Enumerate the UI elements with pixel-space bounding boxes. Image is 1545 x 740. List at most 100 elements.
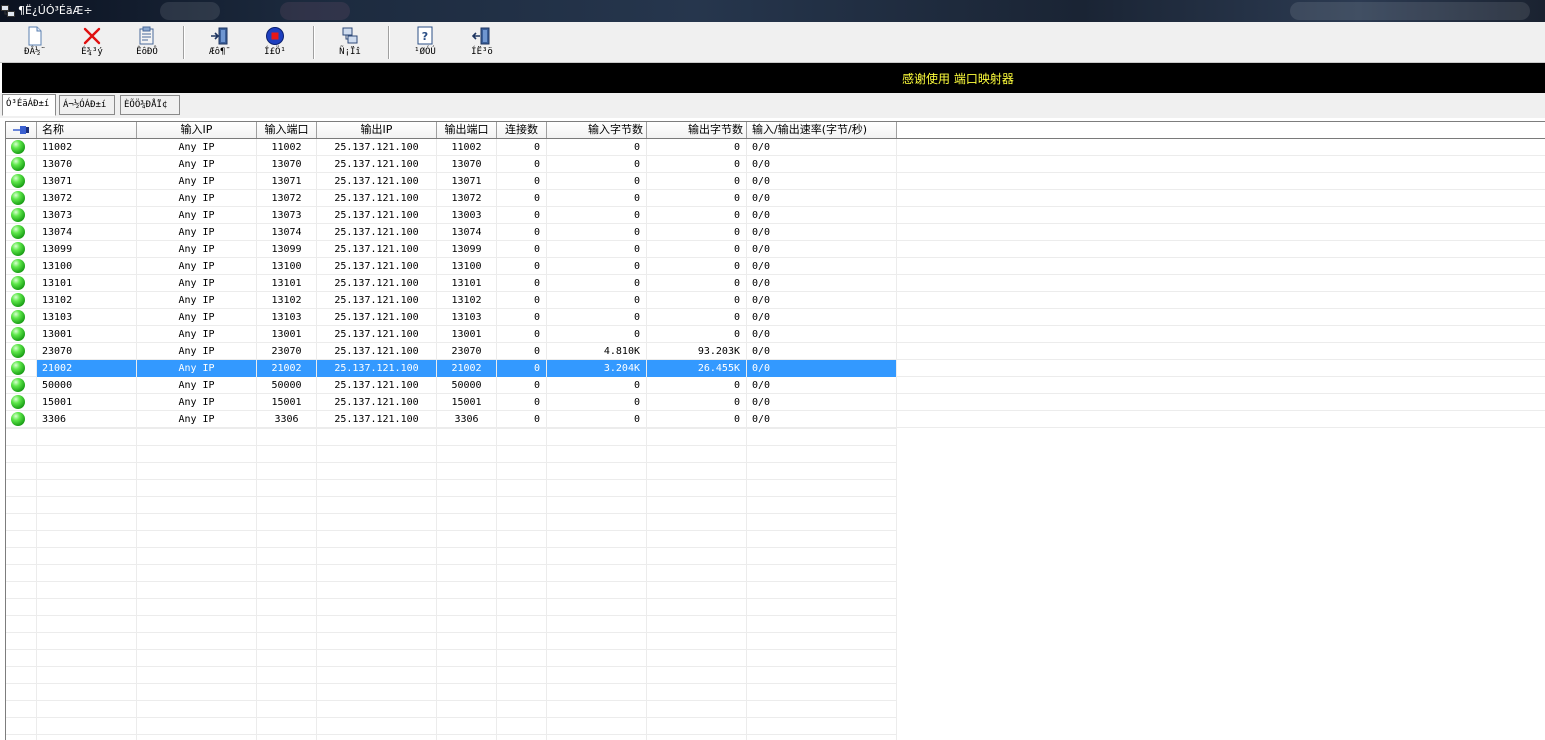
cell-input-port: 13103 (257, 309, 317, 326)
cell-output-bytes: 93.203K (647, 343, 747, 360)
green-status-icon (11, 157, 25, 171)
cell-input-ip: Any IP (137, 258, 257, 275)
table-row[interactable]: 21002 Any IP 21002 25.137.121.100 21002 0 3.20… (6, 360, 1545, 377)
cell-status (6, 360, 37, 377)
table-row[interactable]: 13072 Any IP 13072 25.137.121.100 13072 0 0 0 0/… (6, 190, 1545, 207)
cell-output-ip: 25.137.121.100 (317, 156, 437, 173)
table-row[interactable]: 23070 Any IP 23070 25.137.121.100 23070 0 4.81… (6, 343, 1545, 360)
column-header-input-bytes[interactable]: 输入字节数 (547, 122, 647, 138)
green-status-icon (11, 140, 25, 154)
cell-status (6, 190, 37, 207)
column-header-rate[interactable]: 输入/输出速率(字节/秒) (747, 122, 897, 138)
table-row[interactable]: 13101 Any IP 13101 25.137.121.100 13101 0 0 0 0/… (6, 275, 1545, 292)
table-row[interactable]: 3306 Any IP 3306 25.137.121.100 3306 0 0 0 0/0 (6, 411, 1545, 428)
column-header-output-port[interactable]: 输出端口 (437, 122, 497, 138)
cell-status (6, 275, 37, 292)
cell-output-port: 3306 (437, 411, 497, 428)
cell-input-port: 13101 (257, 275, 317, 292)
cell-output-ip: 25.137.121.100 (317, 411, 437, 428)
column-header-input-port[interactable]: 输入端口 (257, 122, 317, 138)
cell-input-port: 3306 (257, 411, 317, 428)
cell-status (6, 173, 37, 190)
cell-status (6, 156, 37, 173)
cell-name: 13100 (37, 258, 137, 275)
cell-name: 13103 (37, 309, 137, 326)
cell-input-port: 13073 (257, 207, 317, 224)
table-row[interactable]: 50000 Any IP 50000 25.137.121.100 50000 0 0 0 0/… (6, 377, 1545, 394)
cell-connections: 0 (497, 377, 547, 394)
cell-name: 13072 (37, 190, 137, 207)
cell-output-port: 13100 (437, 258, 497, 275)
pin-icon (13, 126, 29, 134)
column-header-connections[interactable]: 连接数 (497, 122, 547, 138)
about-button[interactable]: ? ¹ØÓÚ (405, 24, 445, 61)
cell-rate: 0/0 (747, 309, 897, 326)
exit-button[interactable]: ÍË³ö (462, 24, 502, 61)
cell-output-bytes: 0 (647, 275, 747, 292)
cell-connections: 0 (497, 258, 547, 275)
table-row[interactable]: 11002 Any IP 11002 25.137.121.100 11002 0 0 0 0/… (6, 139, 1545, 156)
toolbar-separator (388, 26, 390, 59)
column-header-output-bytes[interactable]: 输出字节数 (647, 122, 747, 138)
green-status-icon (11, 208, 25, 222)
cell-input-port: 13001 (257, 326, 317, 343)
cell-output-bytes: 0 (647, 190, 747, 207)
cell-output-ip: 25.137.121.100 (317, 190, 437, 207)
table-row[interactable]: 13102 Any IP 13102 25.137.121.100 13102 0 0 0 0/… (6, 292, 1545, 309)
green-status-icon (11, 412, 25, 426)
column-header-output-ip[interactable]: 输出IP (317, 122, 437, 138)
cell-output-bytes: 0 (647, 156, 747, 173)
cell-rate: 0/0 (747, 224, 897, 241)
options-button[interactable]: Ñ¡Ïî (330, 24, 370, 61)
delete-button[interactable]: É¾³ý (72, 24, 112, 61)
cell-input-port: 50000 (257, 377, 317, 394)
tab-strip: Ó³ÉäÁÐ±í Á¬½ÓÁÐ±í ÈÕÖ¾ÐÅÏ¢ (0, 93, 1545, 118)
start-button[interactable]: Æô¶¯ (200, 24, 240, 61)
table-row[interactable]: 13001 Any IP 13001 25.137.121.100 13001 0 0 0 0/… (6, 326, 1545, 343)
cell-status (6, 343, 37, 360)
cell-status (6, 326, 37, 343)
cell-output-bytes: 0 (647, 224, 747, 241)
cell-output-ip: 25.137.121.100 (317, 394, 437, 411)
table-row[interactable]: 13074 Any IP 13074 25.137.121.100 13074 0 0 0 0/… (6, 224, 1545, 241)
cell-output-bytes: 0 (647, 326, 747, 343)
table-row[interactable]: 13070 Any IP 13070 25.137.121.100 13070 0 0 0 0/… (6, 156, 1545, 173)
stop-button[interactable]: Í£Ö¹ (255, 24, 295, 61)
cell-input-bytes: 0 (547, 224, 647, 241)
green-status-icon (11, 293, 25, 307)
properties-button[interactable]: ÊôÐÔ (127, 24, 167, 61)
cell-output-ip: 25.137.121.100 (317, 343, 437, 360)
column-header-name[interactable]: 名称 (37, 122, 137, 138)
tab-mapping-list[interactable]: Ó³ÉäÁÐ±í (2, 94, 56, 116)
tab-connection-list[interactable]: Á¬½ÓÁÐ±í (59, 95, 115, 115)
cell-status (6, 139, 37, 156)
cell-input-port: 13100 (257, 258, 317, 275)
cell-input-ip: Any IP (137, 173, 257, 190)
cell-connections: 0 (497, 139, 547, 156)
new-button[interactable]: ÐÂ½¨ (15, 24, 55, 61)
cell-status (6, 258, 37, 275)
cell-input-ip: Any IP (137, 411, 257, 428)
cell-rate: 0/0 (747, 275, 897, 292)
tab-log-info[interactable]: ÈÕÖ¾ÐÅÏ¢ (120, 95, 180, 115)
table-row[interactable]: 15001 Any IP 15001 25.137.121.100 15001 0 0 0 0/… (6, 394, 1545, 411)
cell-input-port: 15001 (257, 394, 317, 411)
cell-input-ip: Any IP (137, 343, 257, 360)
table-row[interactable]: 13099 Any IP 13099 25.137.121.100 13099 0 0 0 0/… (6, 241, 1545, 258)
table-row[interactable]: 13071 Any IP 13071 25.137.121.100 13071 0 0 0 0/… (6, 173, 1545, 190)
table-row[interactable]: 13100 Any IP 13100 25.137.121.100 13100 0 0 0 0/… (6, 258, 1545, 275)
table-row[interactable]: 13073 Any IP 13073 25.137.121.100 13003 0 0 0 0/… (6, 207, 1545, 224)
cell-connections: 0 (497, 156, 547, 173)
cell-status (6, 309, 37, 326)
table-row[interactable]: 13103 Any IP 13103 25.137.121.100 13103 0 0 0 0/… (6, 309, 1545, 326)
cell-connections: 0 (497, 275, 547, 292)
green-status-icon (11, 225, 25, 239)
cell-connections: 0 (497, 173, 547, 190)
cell-connections: 0 (497, 292, 547, 309)
cell-name: 13099 (37, 241, 137, 258)
mapping-table: 名称 输入IP 输入端口 输出IP 输出端口 连接数 输入字节数 输出字节数 输… (5, 121, 1545, 740)
green-status-icon (11, 310, 25, 324)
column-header-input-ip[interactable]: 输入IP (137, 122, 257, 138)
column-header-status[interactable] (6, 122, 37, 138)
cell-input-ip: Any IP (137, 224, 257, 241)
